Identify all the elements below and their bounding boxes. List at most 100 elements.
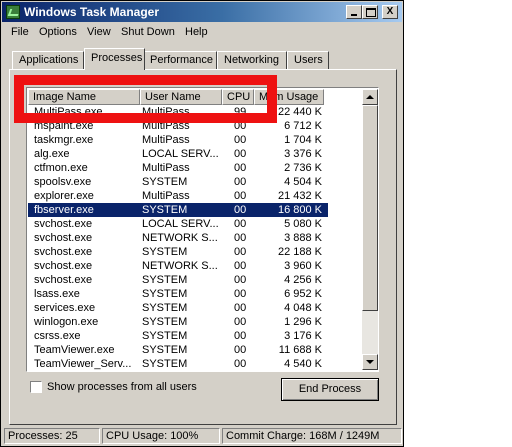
process-user-name: SYSTEM <box>142 288 188 300</box>
process-cpu: 00 <box>234 260 247 272</box>
process-row[interactable]: svchost.exe NETWORK S... 00 3 960 K <box>28 259 328 273</box>
tab-performance[interactable]: Performance <box>143 51 217 69</box>
process-cpu: 00 <box>234 218 247 230</box>
process-row[interactable]: TeamViewer.exe SYSTEM 00 11 688 K <box>28 343 328 357</box>
scroll-up-arrow-icon[interactable] <box>362 89 378 105</box>
show-all-processes-label[interactable]: Show processes from all users <box>47 381 197 393</box>
close-button[interactable]: X <box>382 5 398 19</box>
process-image-name: svchost.exe <box>34 232 93 244</box>
menu-help[interactable]: Help <box>185 26 208 38</box>
tab-networking[interactable]: Networking <box>217 51 287 69</box>
process-mem-usage: 2 736 K <box>284 162 322 174</box>
process-mem-usage: 1 704 K <box>284 134 322 146</box>
process-image-name: taskmgr.exe <box>34 134 94 146</box>
process-image-name: ctfmon.exe <box>34 162 88 174</box>
process-row[interactable]: lsass.exe SYSTEM 00 6 952 K <box>28 287 328 301</box>
process-user-name: LOCAL SERV... <box>142 218 218 230</box>
red-highlight-box <box>14 75 277 123</box>
process-user-name: SYSTEM <box>142 330 188 342</box>
tab-applications[interactable]: Applications <box>12 51 84 69</box>
minimize-button[interactable] <box>346 5 362 19</box>
process-row[interactable]: winlogon.exe SYSTEM 00 1 296 K <box>28 315 328 329</box>
process-image-name: alg.exe <box>34 148 70 160</box>
tab-processes[interactable]: Processes <box>84 48 145 70</box>
process-user-name: SYSTEM <box>142 246 188 258</box>
checkbox-square[interactable] <box>30 381 42 393</box>
process-image-name: svchost.exe <box>34 260 93 272</box>
tab-users[interactable]: Users <box>287 51 329 69</box>
process-mem-usage: 6 952 K <box>284 288 322 300</box>
process-user-name: SYSTEM <box>142 358 188 370</box>
maximize-button[interactable] <box>362 5 378 19</box>
process-row[interactable]: svchost.exe SYSTEM 00 4 256 K <box>28 273 328 287</box>
process-row[interactable]: taskmgr.exe MultiPass 00 1 704 K <box>28 133 328 147</box>
process-row[interactable]: explorer.exe MultiPass 00 21 432 K <box>28 189 328 203</box>
process-row[interactable]: svchost.exe SYSTEM 00 22 188 K <box>28 245 328 259</box>
process-row[interactable]: svchost.exe NETWORK S... 00 3 888 K <box>28 231 328 245</box>
process-cpu: 00 <box>234 232 247 244</box>
process-row[interactable]: TeamViewer_Serv... SYSTEM 00 4 540 K <box>28 357 328 371</box>
window-title: Windows Task Manager <box>24 5 160 19</box>
process-cpu: 00 <box>234 204 247 216</box>
menu-file[interactable]: File <box>11 26 29 38</box>
process-list[interactable]: Image Name User Name CPU Mem Usage Multi… <box>26 87 379 372</box>
process-mem-usage: 4 504 K <box>284 176 322 188</box>
process-user-name: MultiPass <box>142 190 190 202</box>
process-mem-usage: 22 188 K <box>277 246 322 258</box>
process-mem-usage: 16 800 K <box>277 204 322 216</box>
task-manager-icon <box>6 5 20 19</box>
process-row[interactable]: services.exe SYSTEM 00 4 048 K <box>28 301 328 315</box>
menu-options[interactable]: Options <box>39 26 77 38</box>
process-cpu: 00 <box>234 316 247 328</box>
scroll-thumb[interactable] <box>362 105 378 311</box>
process-row[interactable]: alg.exe LOCAL SERV... 00 3 376 K <box>28 147 328 161</box>
process-image-name: services.exe <box>34 302 96 314</box>
process-cpu: 00 <box>234 134 247 146</box>
process-cpu: 00 <box>234 190 247 202</box>
process-cpu: 00 <box>234 288 247 300</box>
process-cpu: 00 <box>234 344 247 356</box>
process-image-name: TeamViewer.exe <box>34 344 115 356</box>
process-cpu: 00 <box>234 302 247 314</box>
process-user-name: MultiPass <box>142 162 190 174</box>
tab-strip: Applications Processes Performance Netwo… <box>9 47 399 70</box>
process-cpu: 00 <box>234 358 247 370</box>
process-cpu: 00 <box>234 274 247 286</box>
process-image-name: svchost.exe <box>34 218 93 230</box>
process-image-name: explorer.exe <box>34 190 94 202</box>
vertical-scrollbar[interactable] <box>362 89 378 370</box>
process-row[interactable]: ctfmon.exe MultiPass 00 2 736 K <box>28 161 328 175</box>
process-image-name: svchost.exe <box>34 274 93 286</box>
process-user-name: SYSTEM <box>142 302 188 314</box>
process-cpu: 00 <box>234 330 247 342</box>
process-image-name: fbserver.exe <box>34 204 94 216</box>
process-row[interactable]: svchost.exe LOCAL SERV... 00 5 080 K <box>28 217 328 231</box>
end-process-button[interactable]: End Process <box>281 378 379 401</box>
status-processes-count: Processes: 25 <box>4 428 100 444</box>
process-user-name: NETWORK S... <box>142 260 218 272</box>
process-user-name: SYSTEM <box>142 316 188 328</box>
scroll-down-arrow-icon[interactable] <box>362 354 378 370</box>
process-user-name: SYSTEM <box>142 274 188 286</box>
process-mem-usage: 3 960 K <box>284 260 322 272</box>
process-row[interactable]: fbserver.exe SYSTEM 00 16 800 K <box>28 203 328 217</box>
process-cpu: 00 <box>234 162 247 174</box>
title-bar[interactable]: Windows Task Manager X <box>2 2 402 22</box>
process-image-name: svchost.exe <box>34 246 93 258</box>
status-commit-charge: Commit Charge: 168M / 1249M <box>222 428 402 444</box>
task-manager-window: Windows Task Manager X File Options View… <box>0 0 404 447</box>
process-image-name: lsass.exe <box>34 288 80 300</box>
menu-shut-down[interactable]: Shut Down <box>121 26 175 38</box>
process-row[interactable]: csrss.exe SYSTEM 00 3 176 K <box>28 329 328 343</box>
process-user-name: SYSTEM <box>142 344 188 356</box>
status-bar: Processes: 25 CPU Usage: 100% Commit Cha… <box>3 427 403 445</box>
process-row[interactable]: spoolsv.exe SYSTEM 00 4 504 K <box>28 175 328 189</box>
process-user-name: LOCAL SERV... <box>142 148 218 160</box>
process-mem-usage: 3 176 K <box>284 330 322 342</box>
process-cpu: 00 <box>234 148 247 160</box>
process-user-name: MultiPass <box>142 134 190 146</box>
menu-view[interactable]: View <box>87 26 111 38</box>
process-image-name: csrss.exe <box>34 330 81 342</box>
process-user-name: SYSTEM <box>142 176 188 188</box>
process-mem-usage: 3 888 K <box>284 232 322 244</box>
